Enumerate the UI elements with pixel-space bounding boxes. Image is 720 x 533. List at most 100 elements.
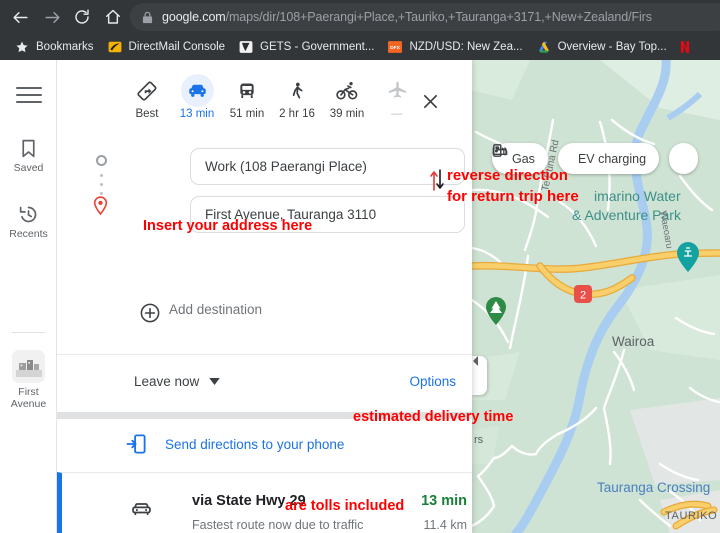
- bookmark-netflix[interactable]: [674, 36, 703, 58]
- walk-icon: [281, 74, 314, 107]
- home-icon: [105, 9, 121, 24]
- origin-input[interactable]: Work (108 Paerangi Place): [190, 148, 465, 185]
- leave-now-label: Leave now: [134, 373, 200, 389]
- plus-circle-icon: [140, 303, 160, 323]
- car-route-icon: [130, 497, 153, 525]
- sidebar-item-saved[interactable]: Saved: [0, 138, 57, 174]
- bookmark-gets[interactable]: GETS - Government...: [232, 36, 381, 58]
- route-shield: 2: [574, 285, 592, 303]
- origin-dot-icon: [96, 155, 107, 166]
- sidebar-item-label: First: [18, 386, 39, 398]
- forward-button[interactable]: [38, 3, 66, 31]
- tab-driving[interactable]: 13 min: [172, 60, 222, 120]
- close-directions-button[interactable]: [415, 86, 445, 116]
- destination-input[interactable]: First Avenue, Tauranga 3110: [190, 196, 465, 233]
- hotel-icon: [492, 147, 508, 155]
- bookmark-directmail-console[interactable]: DirectMail Console: [101, 36, 233, 58]
- tab-walking[interactable]: 2 hr 16: [272, 60, 322, 120]
- destination-field-row: First Avenue, Tauranga 3110: [190, 196, 465, 233]
- route-duration: 13 min: [421, 493, 467, 509]
- menu-bar: [16, 94, 42, 96]
- chip-hotel[interactable]: [492, 143, 699, 174]
- reload-icon: [75, 9, 89, 24]
- address-bar[interactable]: google.com/maps/dir/108+Paerangi+Place,+…: [130, 3, 720, 31]
- url-path: /maps/dir/108+Paerangi+Place,+Tauriko,+T…: [225, 10, 652, 24]
- tab-label: 13 min: [179, 108, 215, 120]
- home-button[interactable]: [99, 3, 127, 31]
- departure-options-row: Leave now Options: [57, 360, 472, 402]
- panel-section-separator: [57, 412, 472, 419]
- netflix-icon: [680, 41, 689, 53]
- chip-label: Gas: [512, 151, 535, 166]
- transit-icon: [231, 74, 264, 107]
- back-arrow-icon: [12, 11, 28, 23]
- tab-label: Best: [135, 108, 159, 120]
- send-to-phone-icon: [126, 434, 146, 454]
- tab-cycling[interactable]: 39 min: [322, 60, 372, 120]
- sidebar-item-label: Avenue: [10, 398, 47, 410]
- best-route-icon: [131, 74, 164, 107]
- flight-icon: [381, 74, 414, 107]
- sidebar-item-label: Recents: [9, 228, 48, 240]
- tab-label: 51 min: [229, 108, 265, 120]
- star-icon: [16, 41, 28, 53]
- bookmark-bookmarks[interactable]: Bookmarks: [8, 36, 101, 58]
- options-button[interactable]: Options: [409, 374, 456, 389]
- tab-transit[interactable]: 51 min: [222, 60, 272, 120]
- sidebar-item-first-avenue[interactable]: First Avenue: [0, 350, 57, 410]
- origin-field-row: Work (108 Paerangi Place): [190, 148, 465, 185]
- panel-divider: [57, 354, 472, 355]
- add-destination-label: Add destination: [169, 302, 263, 317]
- collapse-panel-handle[interactable]: [472, 356, 487, 395]
- close-icon: [423, 94, 437, 108]
- url-text: google.com/maps/dir/108+Paerangi+Place,+…: [162, 10, 652, 24]
- chip-ev-charging[interactable]: EV charging: [493, 143, 660, 174]
- sidebar-item-label: Saved: [13, 162, 44, 174]
- sidebar-item-recents[interactable]: Recents: [0, 204, 57, 240]
- reload-button[interactable]: [68, 3, 96, 31]
- drive-icon: [538, 41, 549, 53]
- bookmark-label: DirectMail Console: [128, 41, 226, 53]
- tab-best-route[interactable]: Best: [122, 60, 172, 120]
- maps-left-rail: Saved Recents First Avenue: [0, 60, 57, 533]
- place-thumbnail: [12, 350, 45, 383]
- tab-label: 2 hr 16: [279, 108, 315, 120]
- bookmark-icon: [22, 139, 35, 158]
- chevron-down-icon: [209, 377, 221, 385]
- rail-divider: [12, 332, 45, 333]
- bookmark-label: Bookmarks: [36, 41, 94, 53]
- chevron-left-icon: [473, 356, 478, 366]
- bookmark-label: GETS - Government...: [260, 41, 375, 53]
- svg-text:DFX: DFX: [391, 45, 401, 51]
- send-to-phone-row[interactable]: Send directions to your phone: [57, 419, 472, 469]
- bookmark-label: NZD/USD: New Zea...: [409, 41, 523, 53]
- tab-label: 39 min: [329, 108, 365, 120]
- main-menu-button[interactable]: [16, 87, 42, 105]
- forward-arrow-icon: [44, 11, 60, 23]
- add-destination-button[interactable]: Add destination: [140, 302, 263, 323]
- leave-now-dropdown[interactable]: Leave now: [134, 373, 221, 389]
- lock-icon: [142, 11, 153, 23]
- reverse-direction-arrows-icon: [430, 169, 444, 191]
- bike-icon: [331, 74, 364, 107]
- browser-chrome: google.com/maps/dir/108+Paerangi+Place,+…: [0, 0, 720, 60]
- destination-pin-icon: [93, 196, 108, 220]
- route-distance: 11.4 km: [423, 518, 467, 532]
- directmail-icon: [108, 41, 121, 53]
- back-button[interactable]: [6, 3, 34, 31]
- bookmark-nzd-usd[interactable]: DFX NZD/USD: New Zea...: [381, 36, 529, 58]
- car-icon: [180, 74, 214, 107]
- menu-bar: [16, 101, 42, 103]
- browser-window: 2 Te Puna Rd imarino Water & Adventure P…: [0, 0, 720, 533]
- bookmarks-bar: Bookmarks DirectMail Console GETS - Gove…: [0, 34, 720, 60]
- route-name: via State Hwy 29: [192, 493, 306, 509]
- chip-label: EV charging: [577, 151, 647, 166]
- gets-icon: [239, 41, 253, 53]
- travel-mode-tabs: Best 13 min 51 min 2 hr 16 39 min —: [57, 60, 472, 120]
- history-icon: [19, 206, 37, 223]
- streetview-thumb-icon: [15, 359, 42, 377]
- route-result-card[interactable]: via State Hwy 29 Fastest route now due t…: [57, 472, 472, 533]
- bookmark-overview-bay-top[interactable]: Overview - Bay Top...: [530, 36, 674, 58]
- dfx-icon: DFX: [388, 41, 403, 53]
- url-domain: google.com: [162, 10, 226, 24]
